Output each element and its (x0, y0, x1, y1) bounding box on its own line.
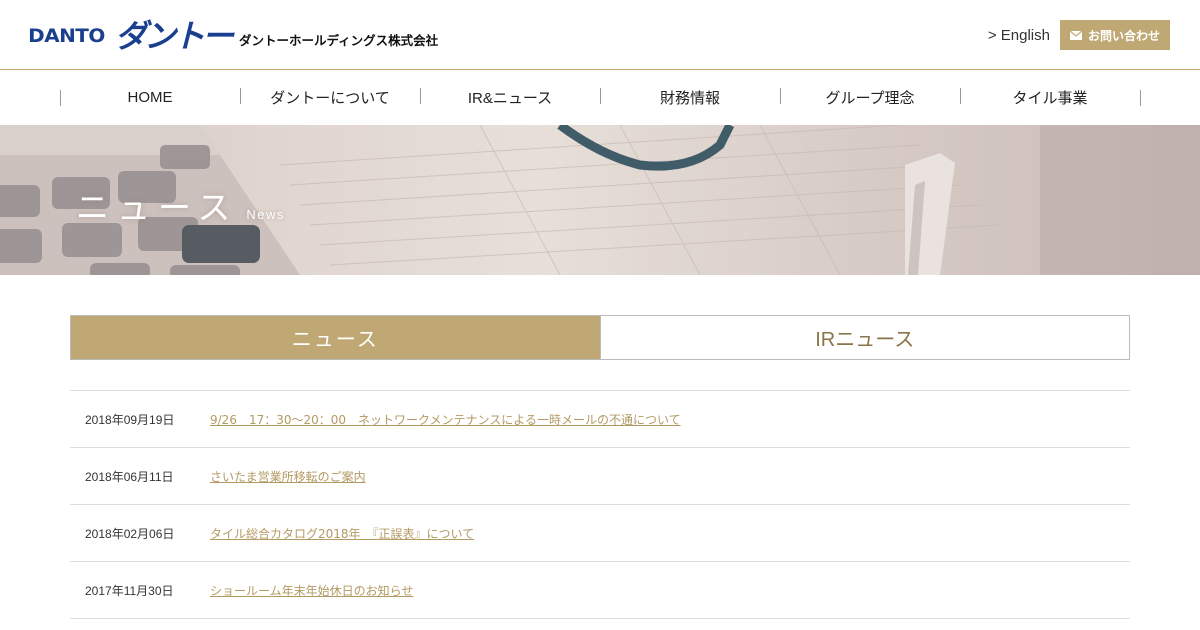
nav-item-home[interactable]: HOME (60, 89, 240, 106)
nav-item-tile[interactable]: タイル事業 (960, 87, 1140, 108)
mail-icon (1069, 30, 1082, 40)
news-list: 2018年09月19日 9/26 17：30～20：00 ネットワークメンテナン… (70, 390, 1130, 619)
news-link[interactable]: タイル総合カタログ2018年 『正誤表』について (210, 525, 474, 542)
news-link[interactable]: 9/26 17：30～20：00 ネットワークメンテナンスによる一時メールの不通… (210, 411, 681, 428)
page-title: ニュース News (76, 181, 285, 229)
contact-button[interactable]: お問い合わせ (1059, 20, 1170, 50)
news-row: 2017年11月30日 ショールーム年末年始休日のお知らせ (70, 562, 1130, 619)
page-title-en: News (246, 207, 285, 222)
nav-item-financial[interactable]: 財務情報 (600, 87, 780, 108)
header-utilities: > English お問い合わせ (988, 20, 1170, 50)
english-link[interactable]: > English (988, 27, 1050, 44)
company-name: ダントーホールディングス株式会社 (239, 32, 439, 48)
contact-label: お問い合わせ (1087, 28, 1160, 43)
hero-banner: ニュース News (0, 125, 1200, 275)
site-logo[interactable]: DANTO ダントー ダントーホールディングス株式会社 (28, 17, 439, 55)
news-row: 2018年06月11日 さいたま営業所移転のご案内 (70, 448, 1130, 505)
nav-item-about[interactable]: ダントーについて (240, 87, 420, 108)
news-row: 2018年09月19日 9/26 17：30～20：00 ネットワークメンテナン… (70, 391, 1130, 448)
news-tabs: ニュース IRニュース (70, 315, 1130, 360)
news-date: 2018年02月06日 (85, 526, 175, 541)
nav-item-philosophy[interactable]: グループ理念 (780, 87, 960, 108)
news-link[interactable]: さいたま営業所移転のご案内 (210, 468, 366, 485)
news-date: 2017年11月30日 (85, 583, 174, 598)
news-date: 2018年06月11日 (85, 469, 174, 484)
logo-jp-text: ダントー (115, 17, 234, 55)
nav-item-ir-news[interactable]: IR&ニュース (420, 87, 600, 108)
tab-ir-news[interactable]: IRニュース (599, 316, 1129, 359)
nav-divider (1140, 89, 1141, 106)
news-link[interactable]: ショールーム年末年始休日のお知らせ (210, 582, 413, 599)
site-header: DANTO ダントー ダントーホールディングス株式会社 > English お問… (0, 0, 1200, 70)
news-date: 2018年09月19日 (85, 412, 175, 427)
global-nav: HOME ダントーについて IR&ニュース 財務情報 グループ理念 タイル事業 (0, 70, 1200, 125)
news-row: 2018年02月06日 タイル総合カタログ2018年 『正誤表』について (70, 505, 1130, 562)
tab-news[interactable]: ニュース (71, 316, 600, 359)
page-title-jp: ニュース (76, 188, 239, 227)
logo-en-text: DANTO (28, 25, 105, 47)
